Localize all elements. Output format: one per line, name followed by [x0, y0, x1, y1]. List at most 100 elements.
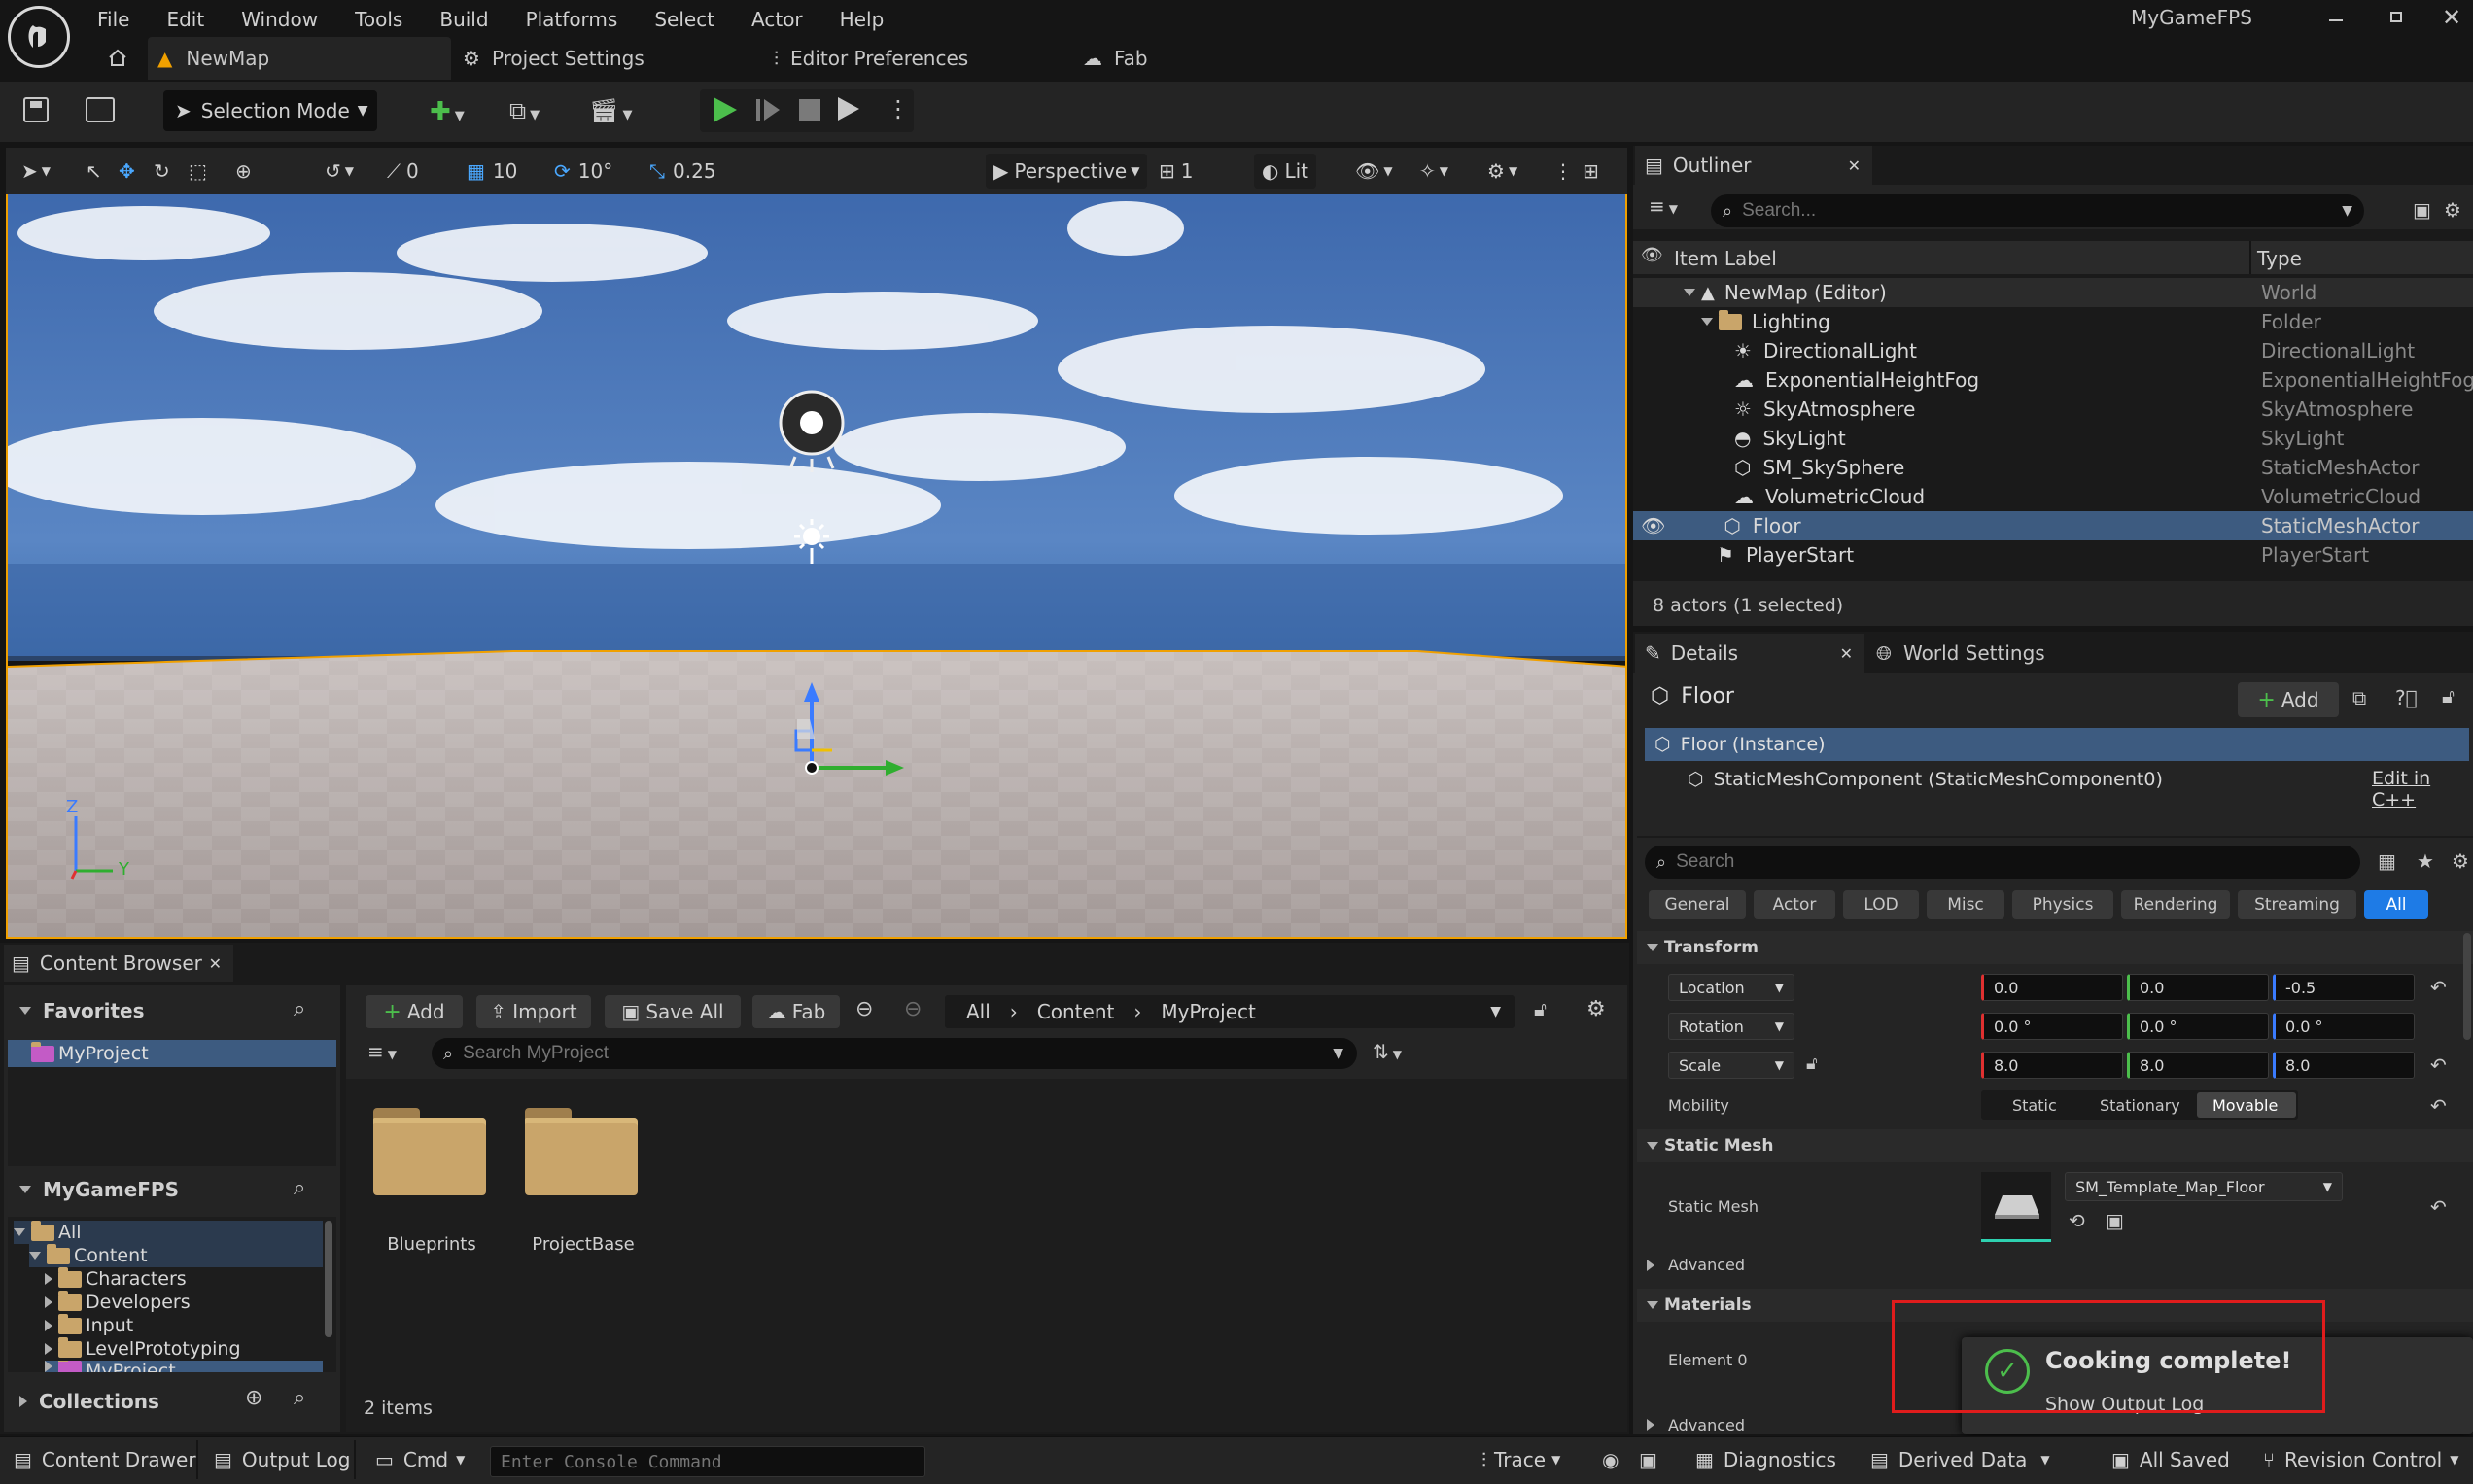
world-local-icon[interactable]: ⊕ [235, 154, 252, 189]
add-collection-icon[interactable]: ⊕ [245, 1386, 262, 1410]
cb-save-all-button[interactable]: ▣ Save All [605, 995, 741, 1028]
outliner-settings-icon[interactable]: ⚙ [2444, 198, 2461, 222]
cb-search[interactable]: ⌕ ▼ [432, 1038, 1357, 1069]
outliner-row-newmap[interactable]: ▲ NewMap (Editor) World [1633, 278, 2473, 307]
all-saved-button[interactable]: ▣ All Saved [2111, 1438, 2230, 1481]
details-add-button[interactable]: + Add [2238, 682, 2339, 717]
layout-icon[interactable]: ⊞ [1583, 154, 1599, 189]
favorites-header[interactable]: Favorites [19, 999, 145, 1022]
asset-tile-blueprints[interactable]: Blueprints [366, 1102, 498, 1267]
add-actor-icon[interactable]: ✚ ▼ [430, 97, 465, 126]
save-icon[interactable] [23, 97, 49, 122]
details-tab[interactable]: ✎ Details ✕ [1635, 634, 1864, 673]
visibility-eye-icon[interactable]: 👁︎ [1641, 514, 1665, 537]
static-mesh-picker[interactable]: SM_Template_Map_Floor ▼ [2065, 1172, 2343, 1201]
mobility-static[interactable]: Static [2012, 1096, 2057, 1115]
outliner-row-skyatmosphere[interactable]: ☼ SkyAtmosphere SkyAtmosphere [1633, 395, 2473, 424]
menu-tools[interactable]: Tools [355, 8, 402, 31]
static-mesh-thumbnail[interactable] [1981, 1172, 2051, 1242]
cmd-button[interactable]: ▭ Cmd ▼ [375, 1438, 465, 1481]
outliner-row-skylight[interactable]: ◓ SkyLight SkyLight [1633, 424, 2473, 453]
console-command-input[interactable] [490, 1446, 925, 1477]
minimize-icon[interactable] [2325, 6, 2347, 27]
forward-history-icon[interactable]: ⊖ [904, 997, 922, 1021]
tab-fab[interactable]: ☁ Fab [1083, 37, 1148, 80]
chevron-down-icon[interactable]: ▼ [1490, 1004, 1501, 1019]
level-viewport[interactable]: Z Y [6, 194, 1627, 939]
rotate-icon[interactable]: ↻ [154, 154, 170, 189]
details-settings-icon[interactable]: ⚙ [2452, 849, 2469, 873]
reset-mesh-icon[interactable]: ↶ [2430, 1195, 2447, 1219]
screenshot-icon[interactable]: ▣ [1639, 1448, 1657, 1471]
menu-help[interactable]: Help [840, 8, 885, 31]
reset-mobility-icon[interactable]: ↶ [2430, 1094, 2447, 1118]
tree-levelprototyping[interactable]: LevelPrototyping [45, 1336, 241, 1361]
component-instance-row[interactable]: ⬡ Floor (Instance) [1645, 728, 2469, 761]
cb-settings-icon[interactable]: ⚙ [1586, 997, 1606, 1021]
surface-snap-icon[interactable]: ↺ ▼ [325, 154, 354, 189]
menu-edit[interactable]: Edit [166, 8, 204, 31]
viewport-settings-icon[interactable]: ⚙ ▼ [1487, 154, 1517, 189]
stop-icon[interactable] [799, 99, 820, 121]
close-icon[interactable]: ✕ [209, 954, 222, 973]
revision-control-button[interactable]: ⑂ Revision Control ▼ [2263, 1438, 2458, 1481]
outliner-row-lighting[interactable]: Lighting Folder [1633, 307, 2473, 336]
close-icon[interactable]: ✕ [1848, 156, 1861, 175]
output-log-button[interactable]: ▤ Output Log [214, 1438, 350, 1481]
column-type[interactable]: Type [2257, 247, 2302, 270]
details-search-input[interactable] [1676, 851, 2360, 873]
scale-lock-icon[interactable]: 🔓︎ [1806, 1053, 1818, 1074]
details-scrollbar[interactable] [2463, 933, 2471, 1040]
content-drawer-button[interactable]: ▤ Content Drawer [14, 1438, 196, 1481]
add-folder-icon[interactable]: ▣ [2413, 198, 2431, 222]
cb-lock-icon[interactable]: 🔓︎ [1534, 997, 1547, 1020]
lit-button[interactable]: ◐ Lit [1254, 154, 1316, 189]
trace-button[interactable]: ⫶ Trace ▼ [1481, 1438, 1560, 1481]
table-view-icon[interactable]: ▦ [2378, 849, 2396, 873]
outliner-row-floor[interactable]: 👁︎ ⬡ Floor StaticMeshActor [1633, 511, 2473, 540]
location-y-field[interactable]: 0.0 [2127, 974, 2269, 1001]
scale-x-field[interactable]: 8.0 [1981, 1052, 2123, 1079]
expand-icon[interactable] [1701, 318, 1713, 326]
record-icon[interactable]: ◉ [1602, 1448, 1619, 1471]
outliner-search[interactable]: ⌕ ▼ [1711, 194, 2364, 227]
outliner-row-playerstart[interactable]: ⚑ PlayerStart PlayerStart [1633, 540, 2473, 569]
scale-icon[interactable]: ⬚ [189, 154, 207, 189]
category-lod[interactable]: LOD [1843, 890, 1919, 919]
asset-tile-projectbase[interactable]: ProjectBase [517, 1102, 649, 1267]
location-z-field[interactable]: -0.5 [2273, 974, 2415, 1001]
menu-build[interactable]: Build [439, 8, 488, 31]
chevron-down-icon[interactable]: ▼ [2342, 203, 2352, 219]
grid-snap[interactable]: ▦ 10 [467, 154, 517, 189]
tree-characters[interactable]: Characters [45, 1266, 187, 1291]
favorite-myproject[interactable]: MyProject [8, 1040, 336, 1067]
scale-snap[interactable]: ⤡ 0.25 [649, 154, 716, 189]
breadcrumb-all[interactable]: All [966, 1000, 991, 1023]
more-options-icon[interactable]: ⋮ [887, 95, 910, 122]
tree-all[interactable]: All [14, 1220, 323, 1244]
tree-input[interactable]: Input [45, 1313, 133, 1337]
sort-icon[interactable]: ⇅ ▼ [1373, 1040, 1402, 1063]
category-rendering[interactable]: Rendering [2121, 890, 2230, 919]
collections-header[interactable]: Collections [19, 1390, 159, 1413]
category-misc[interactable]: Misc [1927, 890, 2004, 919]
favorites-search-icon[interactable]: ⌕ [294, 997, 305, 1021]
select-mode-icon[interactable]: ➤ ▼ [21, 154, 51, 189]
step-icon[interactable] [756, 99, 760, 121]
perspective-button[interactable]: ▶ Perspective ▼ [986, 154, 1148, 189]
cinematics-icon[interactable]: 🎬︎ ▼ [589, 97, 632, 124]
breadcrumb-myproject[interactable]: MyProject [1161, 1000, 1256, 1023]
category-all[interactable]: All [2364, 890, 2428, 919]
category-general[interactable]: General [1649, 890, 1746, 919]
restore-icon[interactable] [2386, 6, 2407, 27]
scale-z-field[interactable]: 8.0 [2273, 1052, 2415, 1079]
outliner-row-volumetriccloud[interactable]: ☁ VolumetricCloud VolumetricCloud [1633, 482, 2473, 511]
favorite-star-icon[interactable]: ★ [2417, 849, 2434, 873]
transform-section[interactable]: Transform [1637, 931, 2473, 964]
tree-myproject[interactable]: MyProject [45, 1361, 323, 1372]
menu-platforms[interactable]: Platforms [526, 8, 618, 31]
browse-asset-icon[interactable]: ▣ [2106, 1209, 2124, 1232]
eject-icon[interactable] [838, 97, 859, 121]
close-icon[interactable]: ✕ [1840, 644, 1853, 663]
cb-add-button[interactable]: + Add [366, 995, 463, 1028]
